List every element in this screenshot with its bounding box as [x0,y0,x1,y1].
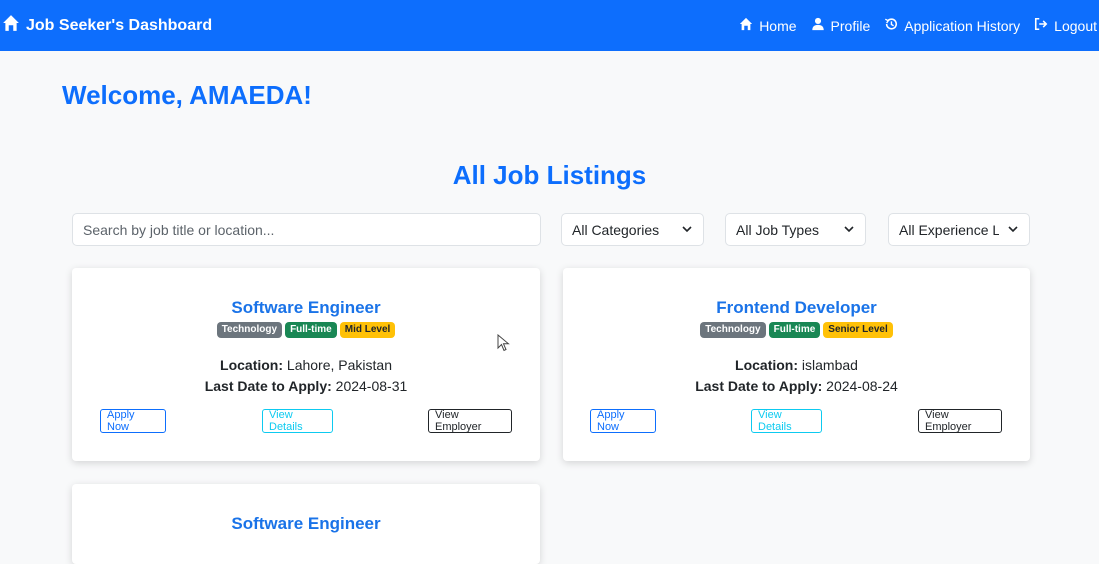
job-type-badge: Full-time [768,322,821,338]
apply-now-button[interactable]: Apply Now [100,409,166,433]
category-select-value: All Categories [572,221,660,238]
deadline-value: 2024-08-24 [826,378,898,394]
location-label: Location: [220,357,284,373]
experience-select[interactable]: All Experience Levels [888,213,1030,246]
chevron-down-icon [835,222,855,238]
job-title[interactable]: Frontend Developer [563,298,1030,318]
level-badge: Senior Level [823,322,893,338]
cursor-icon [497,334,510,352]
job-deadline: Last Date to Apply: 2024-08-31 [72,378,540,394]
view-employer-button[interactable]: View Employer [918,409,1002,433]
history-icon [884,17,898,34]
nav-application-history[interactable]: Application History [884,17,1020,34]
category-badge: Technology [700,322,766,338]
nav-logout[interactable]: Logout [1034,17,1097,34]
nav-logout-label: Logout [1054,17,1097,34]
nav-profile[interactable]: Profile [811,17,871,34]
job-card: Software Engineer [72,484,540,564]
location-label: Location: [735,357,799,373]
user-icon [811,17,825,34]
nav-home-label: Home [759,17,797,34]
deadline-label: Last Date to Apply: [204,378,332,394]
home-icon [2,14,20,37]
chevron-down-icon [673,222,693,238]
welcome-heading: Welcome, AMAEDA! [62,80,312,110]
home-icon [739,17,753,34]
level-badge: Mid Level [339,322,396,338]
location-value: Lahore, Pakistan [286,357,392,373]
deadline-value: 2024-08-31 [335,378,408,394]
job-location: Location: Lahore, Pakistan [72,357,540,373]
search-input[interactable] [72,213,541,246]
view-details-button[interactable]: View Details [262,409,333,433]
brand-label: Job Seeker's Dashboard [26,16,213,34]
logout-icon [1034,17,1048,34]
location-value: islambad [801,357,858,373]
category-select[interactable]: All Categories [561,213,704,246]
job-deadline: Last Date to Apply: 2024-08-24 [563,378,1030,394]
job-location: Location: islambad [563,357,1030,373]
job-type-badge: Full-time [285,322,337,338]
deadline-label: Last Date to Apply: [695,378,823,394]
nav-history-label: Application History [904,17,1021,34]
nav-home[interactable]: Home [739,17,797,34]
nav-profile-label: Profile [830,17,871,34]
job-type-select[interactable]: All Job Types [725,213,866,246]
job-badges: Technology Full-time Mid Level [72,322,540,338]
apply-now-button[interactable]: Apply Now [590,409,656,433]
navbar: Job Seeker's Dashboard Home Profile Appl… [0,0,1099,51]
view-employer-button[interactable]: View Employer [428,409,512,433]
job-title[interactable]: Software Engineer [72,514,540,534]
page-title: All Job Listings [452,160,647,190]
job-type-select-value: All Job Types [736,221,820,238]
experience-select-value: All Experience Levels [899,221,999,238]
job-card: Software Engineer Technology Full-time M… [72,268,540,461]
view-details-button[interactable]: View Details [751,409,822,433]
brand[interactable]: Job Seeker's Dashboard [2,14,212,37]
job-title[interactable]: Software Engineer [72,298,540,318]
nav-links: Home Profile Application History Logout [739,17,1097,34]
job-badges: Technology Full-time Senior Level [563,322,1030,338]
job-card: Frontend Developer Technology Full-time … [563,268,1030,461]
category-badge: Technology [216,322,283,338]
chevron-down-icon [999,222,1019,238]
